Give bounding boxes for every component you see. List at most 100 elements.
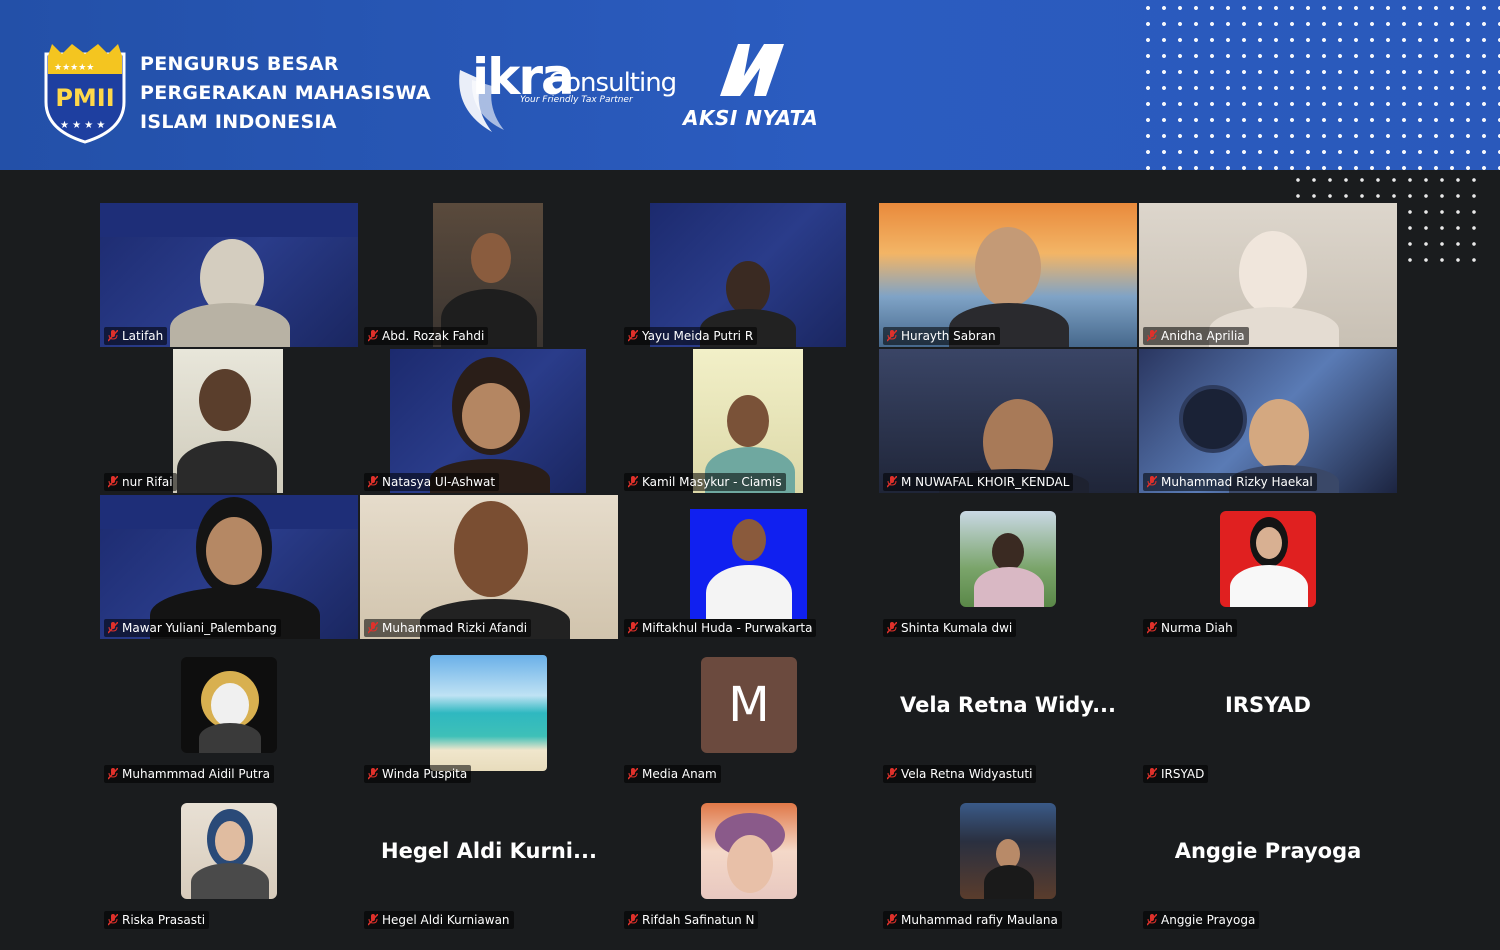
svg-text:★ ★ ★ ★: ★ ★ ★ ★ [60, 120, 105, 131]
mic-muted-icon [628, 330, 638, 342]
participant-photo [690, 509, 807, 619]
avatar-letter: M [701, 657, 797, 753]
participant-photo [960, 511, 1056, 607]
org-name-line3: ISLAM INDONESIA [140, 111, 337, 133]
video-feed [1139, 203, 1397, 347]
video-feed [1139, 349, 1397, 493]
participant-name: Anggie Prayoga [1143, 911, 1260, 929]
video-feed [879, 349, 1137, 493]
participant-tile[interactable]: M Media Anam [620, 641, 878, 785]
mic-muted-icon [368, 476, 378, 488]
mic-muted-icon [628, 914, 638, 926]
participant-name: Shinta Kumala dwi [883, 619, 1017, 637]
participant-name: Latifah [104, 327, 168, 345]
dot-pattern [1140, 0, 1500, 170]
participant-tile[interactable]: Yayu Meida Putri R [620, 203, 878, 347]
participant-tile[interactable]: Riska Prasasti [100, 787, 358, 931]
mic-muted-icon [628, 476, 638, 488]
ikra-tagline: Your Friendly Tax Partner [520, 95, 633, 105]
participant-name: Abd. Rozak Fahdi [364, 327, 489, 345]
mic-muted-icon [628, 622, 638, 634]
display-name-text: IRSYAD [1225, 693, 1311, 717]
mic-muted-icon [368, 768, 378, 780]
participant-tile[interactable]: nur Rifai [100, 349, 358, 493]
participant-name: Natasya Ul-Ashwat [364, 473, 500, 491]
video-feed [360, 495, 618, 639]
org-name-line1: PENGURUS BESAR [140, 53, 339, 75]
participant-tile[interactable]: Shinta Kumala dwi [879, 495, 1137, 639]
video-feed [390, 349, 586, 493]
participant-photo [181, 803, 277, 899]
mic-muted-icon [108, 476, 118, 488]
participant-tile[interactable]: Natasya Ul-Ashwat [360, 349, 618, 493]
participant-tile[interactable]: Latifah [100, 203, 358, 347]
participant-tile[interactable]: Rifdah Safinatun N [620, 787, 878, 931]
mini-banner [100, 203, 358, 237]
participant-tile[interactable]: Muhammad Rizky Haekal [1139, 349, 1397, 493]
participant-name: Kamil Masykur - Ciamis [624, 473, 786, 491]
mic-muted-icon [887, 476, 897, 488]
participant-tile[interactable]: Winda Puspita [360, 641, 618, 785]
participant-tile[interactable]: Anggie Prayoga Anggie Prayoga [1139, 787, 1397, 931]
mic-muted-icon [628, 768, 638, 780]
participant-name: Yayu Meida Putri R [624, 327, 758, 345]
mic-muted-icon [108, 330, 118, 342]
participant-tile[interactable]: Muhammad Rizki Afandi [360, 495, 618, 639]
participant-tile[interactable]: Vela Retna Widy... Vela Retna Widyastuti [879, 641, 1137, 785]
participant-tile[interactable]: Miftakhul Huda - Purwakarta [620, 495, 878, 639]
participant-tile[interactable]: M NUWAFAL KHOIR_KENDAL [879, 349, 1137, 493]
mic-muted-icon [368, 914, 378, 926]
participant-tile[interactable]: Mawar Yuliani_Palembang [100, 495, 358, 639]
participant-name: Muhammad Rizki Afandi [364, 619, 532, 637]
participant-photo [181, 657, 277, 753]
participant-photo [701, 803, 797, 899]
display-name-text: Anggie Prayoga [1174, 839, 1362, 863]
participant-tile[interactable]: Hurayth Sabran [879, 203, 1137, 347]
mic-muted-icon [1147, 768, 1157, 780]
pmii-shield-logo: ★★★★★ PMII ★ ★ ★ ★ [44, 44, 126, 144]
participant-tile[interactable]: Kamil Masykur - Ciamis [620, 349, 878, 493]
participant-name: M NUWAFAL KHOIR_KENDAL [883, 473, 1074, 491]
participant-name: Muhammad rafiy Maulana [883, 911, 1062, 929]
video-feed [100, 495, 358, 639]
participant-name: Rifdah Safinatun N [624, 911, 759, 929]
mic-muted-icon [1147, 914, 1157, 926]
mic-muted-icon [1147, 476, 1157, 488]
participant-photo [430, 655, 547, 771]
mic-muted-icon [887, 330, 897, 342]
display-name-text: Vela Retna Widy... [900, 693, 1116, 717]
shield-text: PMII [55, 84, 114, 112]
participant-tile[interactable]: Abd. Rozak Fahdi [360, 203, 618, 347]
display-name-text: Hegel Aldi Kurni... [381, 839, 597, 863]
participant-tile[interactable]: Nurma Diah [1139, 495, 1397, 639]
mic-muted-icon [887, 768, 897, 780]
mic-muted-icon [1147, 622, 1157, 634]
video-feed [100, 203, 358, 347]
svg-text:★★★★★: ★★★★★ [54, 63, 94, 73]
participant-name: Winda Puspita [364, 765, 472, 783]
participant-name: Nurma Diah [1143, 619, 1237, 637]
participant-name: nur Rifai [104, 473, 177, 491]
participant-name: Muhammmad Aidil Putra [104, 765, 275, 783]
video-feed [879, 203, 1137, 347]
participant-name: IRSYAD [1143, 765, 1209, 783]
participant-name: Muhammad Rizky Haekal [1143, 473, 1317, 491]
org-name-line2: PERGERAKAN MAHASISWA [140, 82, 431, 104]
participant-tile[interactable]: Hegel Aldi Kurni... Hegel Aldi Kurniawan [360, 787, 618, 931]
participant-tile[interactable]: Anidha Aprilia [1139, 203, 1397, 347]
participant-name: Mawar Yuliani_Palembang [104, 619, 281, 637]
mic-muted-icon [368, 330, 378, 342]
participant-tile[interactable]: Muhammmad Aidil Putra [100, 641, 358, 785]
aksi-nyata-text: AKSI NYATA [683, 106, 819, 130]
participant-name: Riska Prasasti [104, 911, 210, 929]
participant-tile[interactable]: IRSYAD IRSYAD [1139, 641, 1397, 785]
participant-name: Anidha Aprilia [1143, 327, 1249, 345]
participant-name: Vela Retna Widyastuti [883, 765, 1037, 783]
participant-name: Hurayth Sabran [883, 327, 1000, 345]
mic-muted-icon [108, 914, 118, 926]
participant-tile[interactable]: Muhammad rafiy Maulana [879, 787, 1137, 931]
mic-muted-icon [108, 622, 118, 634]
mic-muted-icon [368, 622, 378, 634]
video-feed [650, 203, 846, 347]
mic-muted-icon [887, 622, 897, 634]
